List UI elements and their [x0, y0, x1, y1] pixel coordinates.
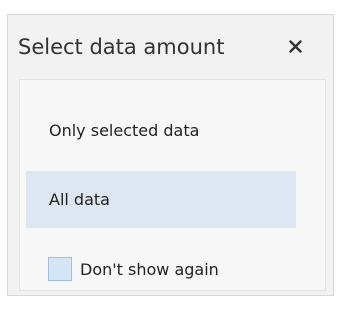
option-label: Only selected data [49, 121, 200, 140]
dont-show-again-label: Don't show again [80, 259, 219, 279]
option-label: All data [49, 190, 110, 209]
close-icon [288, 39, 302, 53]
option-all-data[interactable]: All data [26, 171, 296, 228]
dont-show-again-row[interactable]: Don't show again [48, 255, 219, 283]
option-only-selected-data[interactable]: Only selected data [26, 102, 296, 159]
close-button[interactable] [280, 31, 310, 61]
dialog-header: Select data amount [8, 15, 333, 78]
dialog-title: Select data amount [18, 34, 225, 59]
dont-show-again-checkbox[interactable] [48, 257, 72, 281]
